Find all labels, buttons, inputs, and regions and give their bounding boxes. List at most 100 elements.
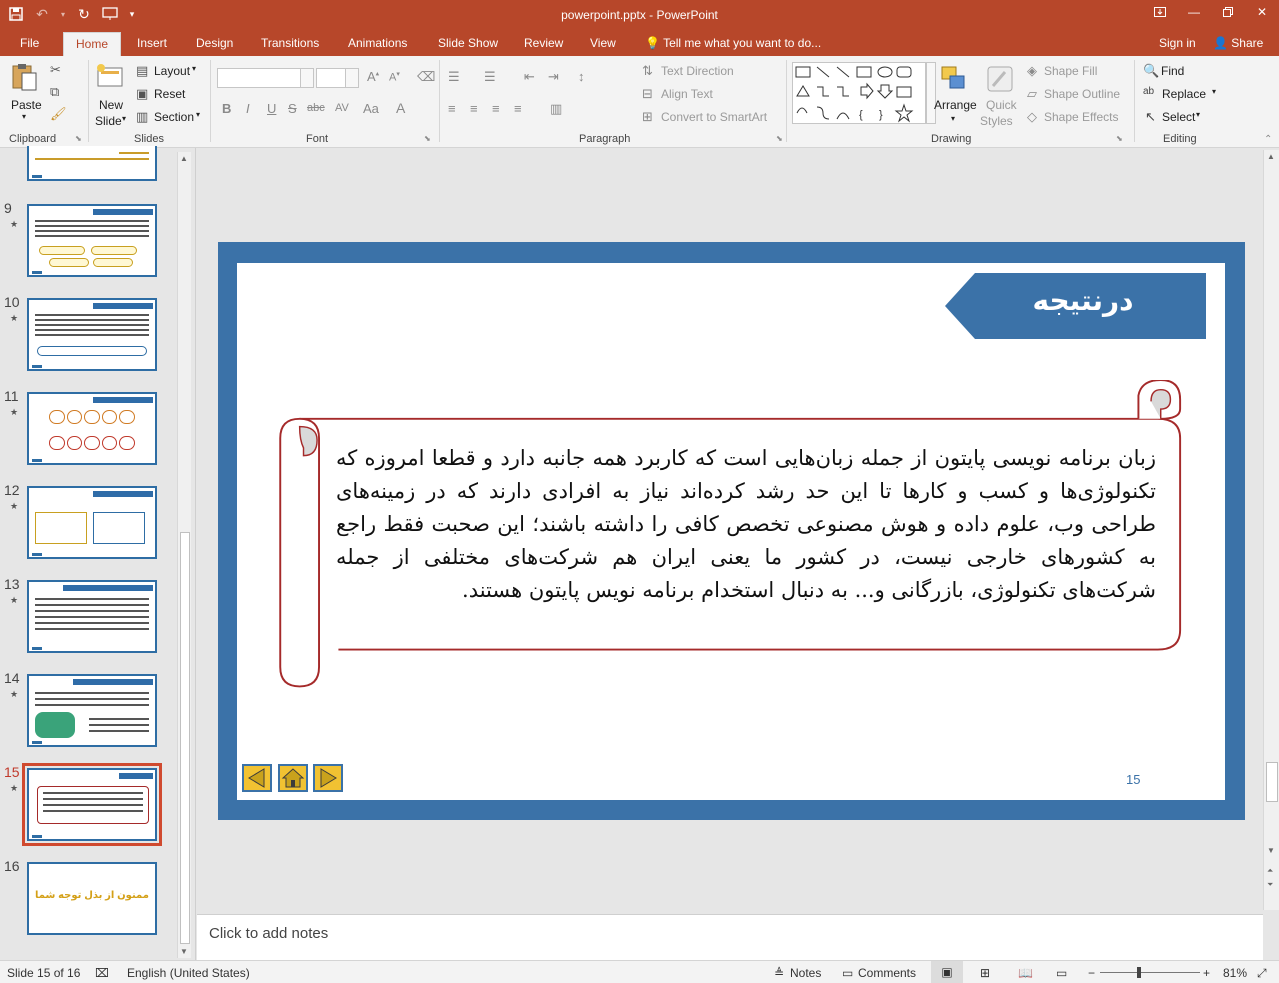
align-text-button[interactable]: Align Text	[661, 87, 713, 101]
slide-thumbnail-8[interactable]	[27, 146, 157, 181]
scroll-down-icon[interactable]: ▼	[180, 947, 188, 956]
slide-count-status[interactable]: Slide 15 of 16	[7, 966, 80, 980]
find-icon[interactable]: 🔍	[1143, 63, 1159, 79]
columns-icon[interactable]: ▥	[550, 101, 562, 117]
underline-button[interactable]: U	[267, 101, 276, 116]
shapes-gallery-scroll[interactable]	[926, 62, 936, 124]
shape-effects-button[interactable]: Shape Effects	[1044, 110, 1119, 124]
slide-thumbnail-16[interactable]: ممنون از بذل توجه شما	[27, 862, 157, 935]
bold-button[interactable]: B	[222, 101, 231, 116]
slideshow-view-icon[interactable]: ▭	[1056, 966, 1067, 980]
tab-animations[interactable]: Animations	[348, 36, 407, 50]
font-name-dropdown-icon[interactable]	[300, 68, 314, 88]
font-name-input[interactable]	[217, 68, 302, 88]
zoom-out-icon[interactable]: −	[1088, 966, 1095, 980]
notes-toggle-button[interactable]: Notes	[790, 966, 821, 980]
text-direction-icon[interactable]: ⇅	[642, 63, 653, 79]
decrease-font-size-icon[interactable]: A▾	[389, 70, 400, 84]
tab-review[interactable]: Review	[524, 36, 563, 50]
comments-icon[interactable]: ▭	[842, 966, 853, 980]
scroll-up-icon[interactable]: ▲	[180, 154, 188, 163]
zoom-slider-thumb[interactable]	[1137, 967, 1141, 978]
ribbon-display-options-icon[interactable]	[1143, 0, 1177, 24]
previous-slide-button[interactable]	[242, 764, 272, 792]
minimize-icon[interactable]: —	[1177, 0, 1211, 24]
shape-effects-icon[interactable]: ◇	[1027, 109, 1037, 125]
notes-toggle-icon[interactable]: ≜	[774, 966, 784, 980]
align-text-icon[interactable]: ⊟	[642, 86, 653, 102]
cut-icon[interactable]: ✂	[50, 62, 61, 78]
tab-insert[interactable]: Insert	[137, 36, 167, 50]
smartart-icon[interactable]: ⊞	[642, 109, 653, 125]
tab-view[interactable]: View	[590, 36, 616, 50]
previous-slide-icon[interactable]: ⏶	[1267, 866, 1273, 876]
slide-thumbnail-9[interactable]	[27, 204, 157, 277]
text-direction-button[interactable]: Text Direction	[661, 64, 734, 78]
shapes-gallery[interactable]: { }	[792, 62, 926, 124]
slide-thumbnail-14[interactable]	[27, 674, 157, 747]
thumbnails-scrollbar[interactable]: ▲ ▼	[177, 152, 191, 958]
reset-button[interactable]: Reset	[154, 87, 185, 101]
scroll-up-icon[interactable]: ▲	[1267, 152, 1275, 161]
align-center-icon[interactable]: ≡	[470, 101, 478, 116]
slide-canvas[interactable]: درنتیجه زبان برنامه نویسی پایتون از جمله…	[218, 242, 1245, 820]
slide-sorter-icon[interactable]: ⊞	[980, 966, 990, 980]
format-painter-icon[interactable]: 🖌	[50, 106, 67, 122]
shape-outline-icon[interactable]: ▱	[1027, 86, 1037, 102]
editor-vertical-scrollbar[interactable]: ▲ ▼ ⏶ ⏷	[1263, 150, 1279, 910]
tab-design[interactable]: Design	[196, 36, 233, 50]
slide-thumbnail-11[interactable]	[27, 392, 157, 465]
clipboard-launcher-icon[interactable]: ⬊	[75, 134, 82, 143]
share-button[interactable]: 👤 Share	[1213, 36, 1263, 50]
tell-me-search[interactable]: 💡 Tell me what you want to do...	[645, 36, 821, 50]
language-status[interactable]: English (United States)	[127, 966, 250, 980]
line-spacing-icon[interactable]: ↕	[578, 69, 585, 84]
tab-file[interactable]: File	[20, 36, 39, 50]
shape-outline-button[interactable]: Shape Outline	[1044, 87, 1120, 101]
change-case-button[interactable]: Aa	[363, 101, 379, 116]
font-launcher-icon[interactable]: ⬊	[424, 134, 431, 143]
section-icon[interactable]: ▥	[136, 109, 148, 125]
shadow-button[interactable]: S	[288, 101, 297, 116]
notes-pane[interactable]: Click to add notes	[197, 914, 1263, 960]
thumbnails-scroll-thumb[interactable]	[180, 532, 190, 944]
slide-thumbnail-15[interactable]	[22, 763, 162, 846]
collapse-ribbon-icon[interactable]: ⌃	[1264, 134, 1272, 145]
next-slide-button[interactable]	[313, 764, 343, 792]
slide-thumbnail-13[interactable]	[27, 580, 157, 653]
reading-view-icon[interactable]: 📖	[1018, 966, 1033, 980]
character-spacing-button[interactable]: AV	[335, 102, 349, 114]
justify-icon[interactable]: ≡	[514, 101, 522, 116]
numbering-icon[interactable]: ☰	[484, 69, 496, 85]
layout-dropdown-icon[interactable]: ▾	[192, 64, 196, 73]
section-button[interactable]: Section	[154, 110, 194, 124]
editor-scroll-thumb[interactable]	[1266, 762, 1278, 802]
slide-thumbnail-10[interactable]	[27, 298, 157, 371]
find-button[interactable]: Find	[1161, 64, 1184, 78]
section-dropdown-icon[interactable]: ▾	[196, 110, 200, 119]
align-right-icon[interactable]: ≡	[492, 101, 500, 116]
select-button[interactable]: Select	[1162, 110, 1195, 124]
copy-icon[interactable]: ⧉	[50, 84, 59, 100]
reset-icon[interactable]: ▣	[136, 86, 148, 102]
strikethrough-button[interactable]: abc	[307, 102, 325, 114]
font-size-dropdown-icon[interactable]	[345, 68, 359, 88]
home-slide-button[interactable]	[278, 764, 308, 792]
restore-icon[interactable]	[1211, 0, 1245, 24]
close-icon[interactable]: ✕	[1245, 0, 1279, 24]
replace-icon[interactable]: ab	[1143, 86, 1154, 97]
decrease-indent-icon[interactable]: ⇤	[524, 69, 535, 85]
font-color-icon[interactable]: A	[396, 100, 405, 116]
zoom-in-icon[interactable]: +	[1203, 966, 1210, 980]
drawing-launcher-icon[interactable]: ⬊	[1116, 134, 1123, 143]
select-dropdown-icon[interactable]: ▾	[1196, 110, 1200, 119]
tab-transitions[interactable]: Transitions	[261, 36, 319, 50]
tab-home[interactable]: Home	[63, 32, 122, 56]
clear-formatting-icon[interactable]: ⌫	[417, 69, 435, 85]
spell-check-icon[interactable]: ⌧	[95, 966, 109, 980]
normal-view-icon[interactable]: ▣	[931, 961, 963, 983]
convert-to-smartart-button[interactable]: Convert to SmartArt	[661, 110, 767, 124]
layout-icon[interactable]: ▤	[136, 63, 148, 79]
fit-slide-icon[interactable]: ⤢	[1257, 966, 1267, 981]
slide-body-text[interactable]: زبان برنامه نویسی پایتون از جمله زبان‌ها…	[336, 442, 1156, 607]
